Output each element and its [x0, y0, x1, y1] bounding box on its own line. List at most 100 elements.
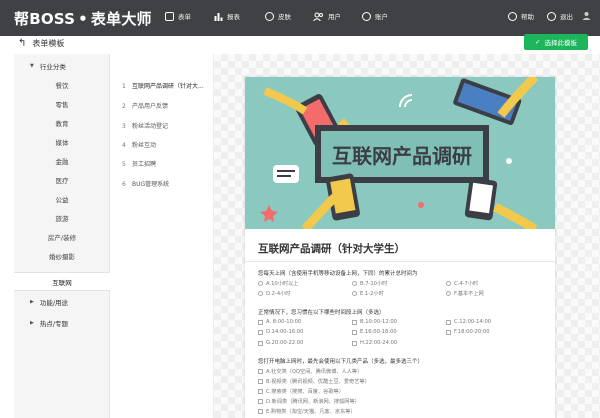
radio-option[interactable]: E.1-2小时 — [352, 290, 384, 297]
skin-icon — [265, 11, 274, 21]
logout-link[interactable]: 退出 — [547, 11, 573, 21]
nav-label: 表单 — [178, 13, 191, 21]
radio-option[interactable]: A.10小时以上 — [258, 280, 298, 287]
nav-item-account[interactable]: 账户 — [362, 11, 388, 21]
checkbox-icon — [352, 329, 357, 335]
radio-icon — [258, 281, 263, 286]
checkbox-icon — [258, 340, 263, 346]
checkbox-option[interactable]: G.20:00-22:00 — [258, 340, 303, 346]
help-icon — [508, 11, 517, 21]
question-label: 您打开电脑上网时，最先会使用以下几类产品（多选，最多选三个） — [258, 359, 424, 365]
template-item[interactable]: 6 BUG管理系统 — [122, 179, 212, 188]
checkbox-option[interactable]: H.22:00-24:00 — [352, 340, 397, 346]
help-link[interactable]: 帮助 — [508, 11, 534, 21]
checkbox-icon — [258, 329, 263, 335]
sidebar-item[interactable]: 金融 — [14, 151, 110, 170]
industry-group-toggle[interactable]: ▼ 行业分类 — [14, 56, 110, 76]
caret-right-icon: ▶ — [30, 299, 34, 305]
template-item[interactable]: 4 粉丝互动 — [122, 140, 212, 149]
svg-text:互联网产品调研: 互联网产品调研 — [332, 144, 472, 168]
power-icon — [547, 11, 556, 21]
top-bar: 帮BOSS • 表单大师 表单 报表 皮肤 用户 账户 帮助 退出 — [0, 0, 600, 36]
function-group-toggle[interactable]: ▶ 功能/用途 — [14, 292, 110, 312]
group-label: 行业分类 — [39, 63, 66, 71]
group-label: 热点/专题 — [39, 320, 69, 328]
nav-item-skin[interactable]: 皮肤 — [265, 11, 291, 21]
user-icon — [582, 12, 591, 20]
sidebar-item[interactable]: 旅游 — [14, 208, 110, 227]
radio-icon — [446, 281, 451, 286]
select-template-button[interactable]: ✓ 选择此模板 — [524, 34, 588, 50]
logout-label: 退出 — [560, 13, 573, 21]
checkbox-option[interactable]: C.12:00-14:00 — [446, 319, 491, 325]
back-button[interactable]: ↰ 表单模板 — [18, 38, 64, 49]
form-title: 互联网产品调研（针对大学生） — [258, 243, 405, 255]
nav-label: 账户 — [375, 13, 388, 21]
checkbox-option[interactable]: A. 8:00-10:00 — [258, 319, 301, 325]
radio-option[interactable]: C.4-7小时 — [446, 280, 478, 287]
nav-item-form[interactable]: 表单 — [165, 11, 191, 21]
sub-bar — [0, 36, 600, 54]
sidebar-item[interactable]: 零售 — [14, 94, 110, 113]
group-label: 功能/用途 — [39, 299, 69, 307]
nav-item-users[interactable]: 用户 — [313, 11, 341, 21]
sidebar-item[interactable]: 媒体 — [14, 132, 110, 151]
logo-text-left: 帮BOSS — [14, 10, 76, 28]
form-banner: 互联网产品调研 — [245, 77, 555, 229]
divider — [245, 261, 555, 262]
sidebar-item[interactable]: 房产/装修 — [14, 227, 110, 246]
checkbox-option[interactable]: C.搜索类（搜搜、百度、谷歌等） — [258, 388, 344, 395]
template-item[interactable]: 3 粉丝活动登记 — [122, 121, 212, 130]
logo-dot: • — [78, 10, 88, 28]
question-label: 正常情况下，您习惯在以下哪些时间段上网（多选） — [258, 310, 385, 316]
checkbox-icon — [258, 369, 263, 374]
back-arrow-icon: ↰ — [18, 38, 27, 49]
radio-option[interactable]: D.2-4小时 — [258, 290, 291, 297]
account-icon — [362, 11, 371, 21]
app-logo[interactable]: 帮BOSS • 表单大师 — [14, 8, 152, 29]
checkbox-icon — [258, 409, 263, 414]
sidebar-item[interactable]: 医疗 — [14, 170, 110, 189]
caret-right-icon: ▶ — [30, 320, 34, 326]
nav-label: 皮肤 — [278, 13, 291, 21]
radio-icon — [258, 291, 263, 296]
nav-label: 用户 — [328, 13, 341, 21]
nav-item-report[interactable]: 报表 — [214, 11, 240, 21]
template-item[interactable]: 2 产品用户反馈 — [122, 101, 212, 110]
checkbox-icon — [352, 319, 357, 325]
checkbox-option[interactable]: D.14:00-16:00 — [258, 329, 303, 335]
sidebar-item[interactable]: 教育 — [14, 113, 110, 132]
checkbox-icon — [446, 329, 451, 335]
checkbox-option[interactable]: D.新闻类（腾讯网、新浪网、搜狐网等） — [258, 398, 360, 405]
checkbox-option[interactable]: E.购物类（淘宝/天猫、凡客、京东等） — [258, 408, 356, 415]
radio-option[interactable]: F.基本不上网 — [446, 290, 484, 297]
help-label: 帮助 — [521, 13, 534, 21]
form-icon — [165, 11, 174, 21]
template-item[interactable]: 5 员工招聘 — [122, 159, 212, 168]
radio-option[interactable]: B.7-10小时 — [352, 280, 387, 287]
sidebar-item-active[interactable]: 互联网 — [14, 272, 110, 291]
logo-text-right: 表单大师 — [90, 10, 152, 28]
checkbox-option[interactable]: B.10:00-12:00 — [352, 319, 397, 325]
users-icon — [313, 12, 323, 21]
checkbox-icon — [258, 379, 263, 384]
sidebar-item[interactable]: 婚纱摄影 — [14, 246, 110, 265]
checkbox-option[interactable]: F.18:00-20:00 — [446, 329, 490, 335]
banner-board: 互联网产品调研 — [315, 125, 489, 183]
checkbox-option[interactable]: B.视频类（腾讯视频、优酷土豆、爱奇艺等） — [258, 378, 370, 385]
sidebar-item[interactable]: 公益 — [14, 189, 110, 208]
checkbox-icon — [258, 319, 263, 325]
checkbox-option[interactable]: A.社交类（QQ空间、腾讯微博、人人等） — [258, 368, 362, 375]
checkbox-icon — [352, 340, 357, 346]
user-avatar[interactable] — [582, 11, 591, 20]
checkbox-option[interactable]: E.16:00-18:00 — [352, 329, 397, 335]
template-item[interactable]: 1 互联网产品调研（针对大... — [122, 81, 212, 90]
checkbox-icon — [258, 399, 263, 404]
sidebar-item[interactable]: 餐饮 — [14, 75, 110, 94]
radio-icon — [352, 291, 357, 296]
checkbox-icon — [446, 319, 451, 325]
nav-label: 报表 — [227, 13, 240, 21]
topic-group-toggle[interactable]: ▶ 热点/专题 — [14, 313, 110, 333]
radio-icon — [352, 281, 357, 286]
banner-illustration: 互联网产品调研 — [245, 77, 555, 229]
